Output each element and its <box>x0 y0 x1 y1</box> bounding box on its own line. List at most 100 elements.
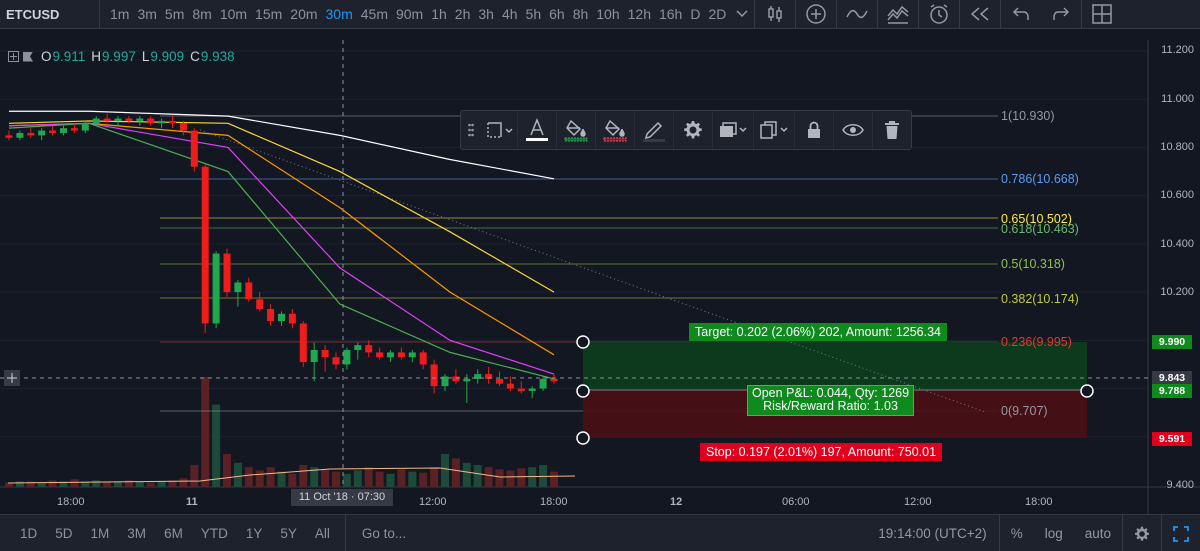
time-label: 12:00 <box>904 496 932 508</box>
eye-icon[interactable] <box>834 111 872 149</box>
candle-body <box>463 378 471 382</box>
clone-icon[interactable] <box>754 111 794 149</box>
price-chart[interactable] <box>0 0 1200 551</box>
fill-red-icon[interactable] <box>596 111 634 149</box>
volume-bar <box>37 482 46 487</box>
date-ranges: 1D 5D 1M 3M 6M YTD 1Y 5Y All <box>0 526 339 541</box>
legend-high: 9.997 <box>102 49 136 64</box>
legend-close-key: C <box>190 49 200 64</box>
fill-green-icon[interactable] <box>557 111 595 149</box>
legend-close: 9.938 <box>200 49 235 64</box>
price-label: 10.200 <box>1160 286 1194 298</box>
range-1d[interactable]: 1D <box>11 526 46 541</box>
price-label: 10.400 <box>1160 238 1194 250</box>
trash-icon[interactable] <box>873 111 911 149</box>
volume-bar <box>146 482 155 487</box>
volume-bar <box>92 480 101 487</box>
candle-body <box>27 132 35 136</box>
fib-level-1: 1(10.930) <box>1001 109 1055 123</box>
volume-bar <box>201 377 210 487</box>
volume-bar <box>495 469 504 487</box>
drag-handle <box>576 384 590 398</box>
collapse-legend-icon[interactable] <box>8 51 19 62</box>
time-label: 18:00 <box>1025 496 1053 508</box>
volume-bar <box>321 469 330 487</box>
range-all[interactable]: All <box>306 526 339 541</box>
candle-body <box>376 352 384 358</box>
candle-body <box>5 135 13 138</box>
legend-open: 9.911 <box>52 49 86 64</box>
range-5y[interactable]: 5Y <box>271 526 306 541</box>
goto-button[interactable]: Go to... <box>344 514 406 551</box>
stop-label[interactable]: Stop: 0.197 (2.01%) 197, Amount: 750.01 <box>700 443 943 461</box>
visual-order-icon[interactable] <box>713 111 753 149</box>
target-price-tag: 9.990 <box>1152 335 1192 349</box>
volume-bar <box>157 481 166 487</box>
range-3m[interactable]: 3M <box>118 526 155 541</box>
candle-body <box>452 376 460 382</box>
pencil-icon[interactable] <box>635 111 673 149</box>
target-label[interactable]: Target: 0.202 (2.06%) 202, Amount: 1256.… <box>689 323 948 341</box>
range-6m[interactable]: 6M <box>155 526 192 541</box>
target-zone <box>583 342 1087 390</box>
candle-body <box>201 166 209 324</box>
candle-body <box>125 118 133 121</box>
moving-averages <box>8 110 555 380</box>
candle-body <box>169 120 176 124</box>
volume-bar <box>342 473 351 487</box>
candle-body <box>234 282 242 293</box>
candle-body <box>81 123 89 131</box>
candle-body <box>147 118 155 124</box>
candle-body <box>49 130 57 133</box>
time-label: 18:00 <box>540 496 568 508</box>
volume-bar <box>15 481 24 487</box>
candle-body <box>38 130 46 136</box>
clock-timezone[interactable]: 19:14:00 (UTC+2) <box>878 526 998 541</box>
range-1m[interactable]: 1M <box>82 526 119 541</box>
crosshair-time-label: 11 Oct '18 · 07:30 <box>291 489 393 506</box>
range-ytd[interactable]: YTD <box>192 526 237 541</box>
stop-price-tag: 9.591 <box>1152 432 1192 446</box>
legend-high-key: H <box>91 49 102 64</box>
volume-bar <box>408 471 417 487</box>
range-1y[interactable]: 1Y <box>237 526 272 541</box>
percent-toggle[interactable]: % <box>998 515 1034 551</box>
candle-body <box>288 313 296 324</box>
volume-bar <box>430 467 439 487</box>
candle-body <box>223 253 231 293</box>
gear-icon[interactable] <box>674 111 712 149</box>
candle-body <box>136 118 144 121</box>
line-style-icon[interactable] <box>481 111 517 149</box>
candle-body <box>256 299 264 309</box>
fullscreen-icon[interactable] <box>1161 515 1200 551</box>
candle-body <box>60 128 67 133</box>
candle-body <box>528 388 536 391</box>
volume-bar <box>517 468 526 487</box>
volume-bars <box>5 377 558 487</box>
candle-body <box>365 345 373 353</box>
fib-level-0236: 0.236(9.995) <box>1001 335 1072 349</box>
volume-bar <box>473 465 482 487</box>
open-pnl-label[interactable]: Open P&L: 0.044, Qty: 1269 Risk/Reward R… <box>747 385 915 416</box>
candle-body <box>245 282 253 300</box>
volume-bar <box>484 467 493 487</box>
candle-body <box>408 352 416 358</box>
lock-icon[interactable] <box>795 111 833 149</box>
bottom-toolbar: 1D 5D 1M 3M 6M YTD 1Y 5Y All Go to... 19:14:00 (… <box>0 514 1200 551</box>
price-label: 10.600 <box>1160 189 1194 201</box>
flag-icon[interactable] <box>23 51 33 62</box>
text-color-icon[interactable] <box>518 111 556 149</box>
drag-handle-icon[interactable] <box>461 111 481 149</box>
volume-bar <box>212 404 221 487</box>
settings-gear-icon[interactable] <box>1122 515 1161 551</box>
auto-toggle[interactable]: auto <box>1074 515 1122 551</box>
candle-body <box>179 123 187 131</box>
volume-bar <box>135 481 144 487</box>
bottom-right-controls: 19:14:00 (UTC+2) % log auto <box>878 515 1200 551</box>
volume-bar <box>353 470 362 487</box>
log-toggle[interactable]: log <box>1034 515 1074 551</box>
fib-level-05: 0.5(10.318) <box>1001 257 1065 271</box>
candle-body <box>321 349 329 358</box>
volume-bar <box>48 480 57 487</box>
range-5d[interactable]: 5D <box>46 526 81 541</box>
